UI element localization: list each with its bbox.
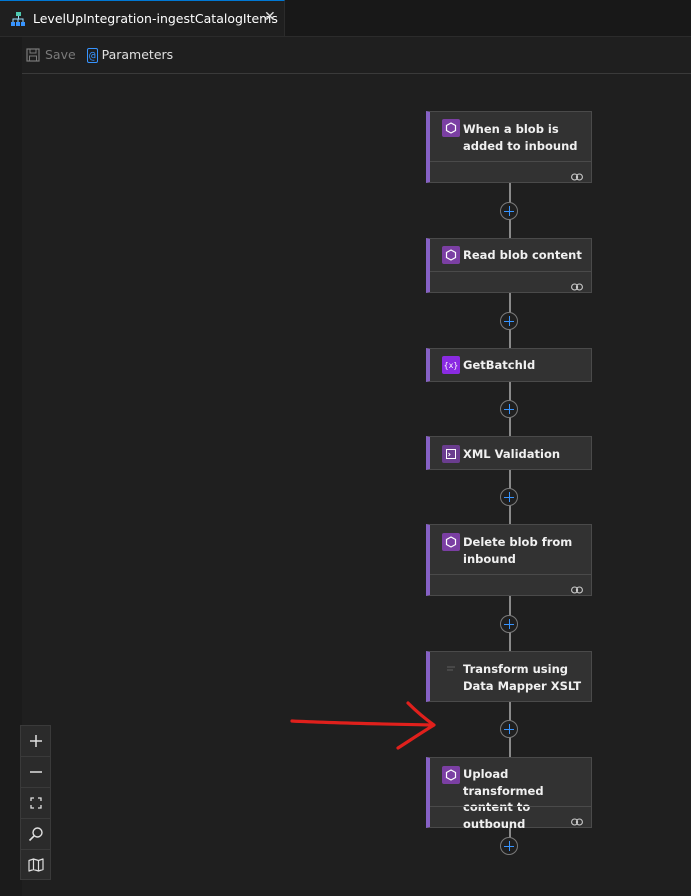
fit-view-button[interactable]: [21, 787, 50, 818]
action-card-transform-xslt[interactable]: Transform using Data Mapper XSLT: [426, 651, 592, 702]
card-footer: [430, 271, 591, 292]
card-title: XML Validation: [463, 447, 561, 461]
trigger-card[interactable]: When a blob is added to inbound: [426, 111, 592, 183]
workflow-icon: [10, 11, 26, 31]
add-step-button[interactable]: [500, 720, 518, 738]
card-title: Delete blob from inbound: [463, 535, 573, 566]
close-icon[interactable]: ✕: [264, 9, 276, 25]
activity-strip: [0, 37, 22, 896]
link-icon[interactable]: [571, 166, 583, 185]
action-card-getbatchid[interactable]: {x} GetBatchId: [426, 348, 592, 382]
xml-icon: [442, 445, 460, 463]
zoom-controls: [20, 725, 51, 880]
link-icon[interactable]: [571, 579, 583, 598]
add-step-button[interactable]: [500, 615, 518, 633]
card-title: Transform using Data Mapper XSLT: [463, 662, 582, 693]
blob-storage-icon: [442, 533, 460, 551]
save-button[interactable]: Save: [26, 47, 76, 62]
fit-view-icon: [29, 797, 42, 809]
parameters-icon: @: [87, 48, 98, 63]
action-card-xml-validation[interactable]: XML Validation: [426, 436, 592, 470]
add-step-button[interactable]: [500, 837, 518, 855]
blob-storage-icon: [442, 246, 460, 264]
designer-toolbar: Save @ Parameters: [22, 37, 691, 74]
editor-tab[interactable]: LevelUpIntegration-ingestCatalogItems ✕: [0, 0, 285, 36]
action-card-upload-blob[interactable]: Upload transformed content to outbound: [426, 757, 592, 831]
map-icon: [27, 858, 44, 872]
link-icon[interactable]: [571, 276, 583, 295]
action-card-delete-blob[interactable]: Delete blob from inbound: [426, 524, 592, 596]
save-label: Save: [45, 47, 76, 62]
variable-icon: {x}: [442, 356, 460, 374]
add-step-button[interactable]: [500, 312, 518, 330]
zoom-in-button[interactable]: [21, 726, 50, 756]
add-step-button[interactable]: [500, 400, 518, 418]
card-footer: [430, 574, 591, 595]
card-footer: [430, 161, 591, 182]
save-icon: [26, 48, 40, 62]
parameters-label: Parameters: [101, 47, 174, 62]
zoom-out-button[interactable]: [21, 756, 50, 787]
tab-bar: LevelUpIntegration-ingestCatalogItems ✕: [0, 0, 691, 37]
tab-title: LevelUpIntegration-ingestCatalogItems: [33, 11, 278, 26]
blob-storage-icon: [442, 766, 460, 784]
card-title: Read blob content: [463, 248, 582, 262]
minimap-button[interactable]: [21, 849, 50, 880]
minus-icon: [29, 771, 42, 773]
search-button[interactable]: [21, 818, 50, 849]
card-title: GetBatchId: [463, 358, 536, 372]
search-icon: [28, 827, 43, 842]
link-icon[interactable]: [571, 811, 583, 830]
card-footer: [430, 806, 591, 827]
red-arrow-annotation: [290, 701, 436, 750]
plus-icon: [29, 735, 42, 747]
add-step-button[interactable]: [500, 488, 518, 506]
card-title: When a blob is added to inbound: [463, 122, 578, 153]
data-mapper-icon: [442, 660, 460, 678]
blob-storage-icon: [442, 119, 460, 137]
parameters-button[interactable]: @ Parameters: [87, 47, 174, 63]
add-step-button[interactable]: [500, 202, 518, 220]
action-card-read-blob[interactable]: Read blob content: [426, 238, 592, 293]
